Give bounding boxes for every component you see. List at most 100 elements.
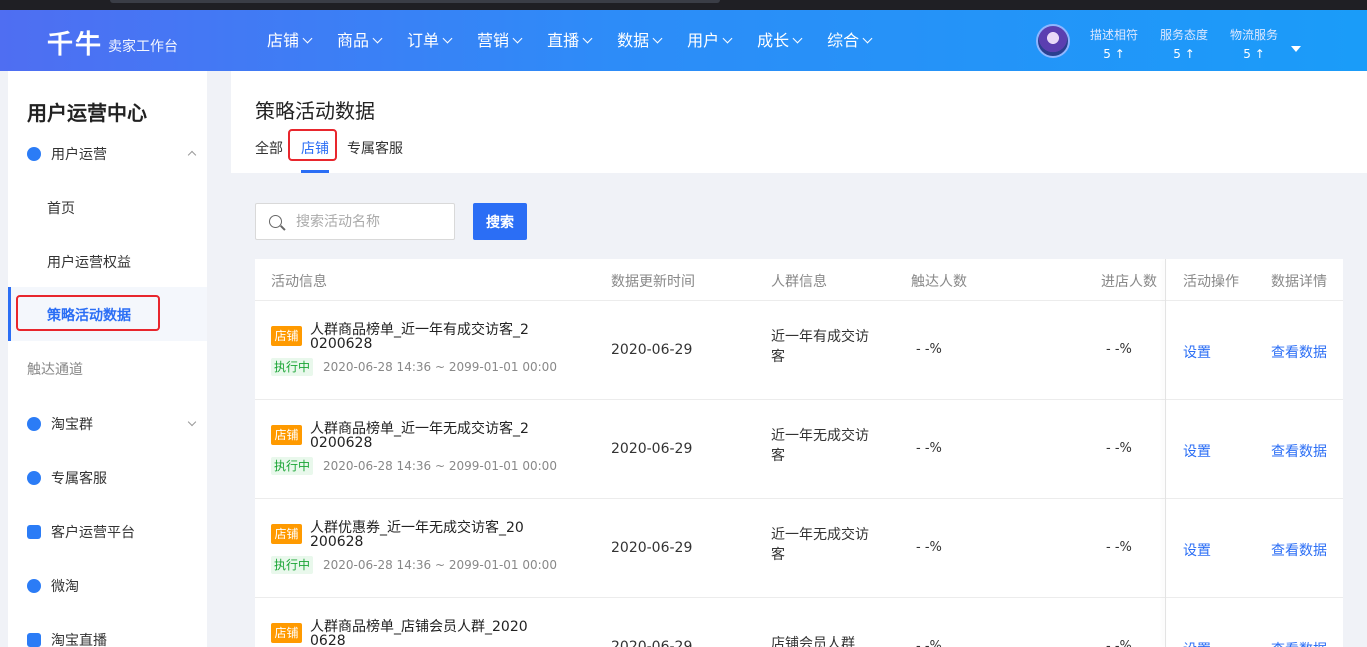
activity-table: 活动信息 数据更新时间 人群信息 触达人数 进店人数 活动操作 数据详情 店铺 …	[255, 259, 1343, 647]
nav-item-goods[interactable]: 商品	[337, 10, 383, 71]
broadcast-icon	[27, 579, 41, 593]
chevron-down-icon	[372, 33, 383, 44]
app-subtitle: 卖家工作台	[108, 39, 178, 55]
sidebar-item-home[interactable]: 首页	[47, 198, 75, 218]
sidebar-item-user-ops-rights[interactable]: 用户运营权益	[47, 252, 131, 272]
activity-name: 人群优惠券_近一年无成交访客_20200628	[310, 520, 524, 550]
set-link[interactable]: 设置	[1183, 540, 1211, 560]
row-divider	[255, 300, 1343, 301]
activity-name: 人群商品榜单_店铺会员人群_20200628	[310, 619, 528, 647]
nav-item-shop[interactable]: 店铺	[267, 10, 313, 71]
sidebar-group-label: 用户运营	[51, 147, 107, 163]
column-header: 数据详情	[1271, 274, 1327, 290]
nav-item-data[interactable]: 数据	[617, 10, 663, 71]
nav-label: 订单	[407, 31, 440, 50]
service-icon	[27, 471, 41, 485]
nav-label: 营销	[477, 31, 510, 50]
search-input[interactable]	[296, 204, 446, 239]
score-service: 服务态度 5 ↑	[1160, 26, 1208, 61]
view-data-link[interactable]: 查看数据	[1271, 441, 1327, 461]
view-data-link[interactable]: 查看数据	[1271, 540, 1327, 560]
nav-label: 店铺	[267, 31, 300, 50]
nav-label: 综合	[827, 31, 860, 50]
sidebar-item-strategy-data[interactable]: 策略活动数据	[47, 305, 131, 325]
visit-count: - -%	[1106, 639, 1132, 647]
row-divider	[255, 498, 1343, 499]
chevron-down-icon	[442, 33, 453, 44]
score-label: 描述相符	[1090, 28, 1139, 42]
sidebar-item-exclusive-service[interactable]: 专属客服	[8, 466, 207, 490]
nav-label: 直播	[547, 31, 580, 50]
page-header: 策略活动数据 全部 店铺 专属客服	[231, 71, 1367, 173]
status-badge: 执行中	[271, 556, 314, 574]
reach-count: - -%	[916, 639, 942, 647]
set-link[interactable]: 设置	[1183, 342, 1211, 362]
crowd-info: 近一年无成交访客	[771, 428, 869, 464]
score-value: 5 ↑	[1173, 47, 1195, 61]
nav-item-general[interactable]: 综合	[827, 10, 873, 71]
user-ops-icon	[27, 147, 41, 161]
nav-item-marketing[interactable]: 营销	[477, 10, 523, 71]
column-header: 数据更新时间	[611, 274, 695, 290]
nav-item-growth[interactable]: 成长	[757, 10, 803, 71]
nav-label: 商品	[337, 31, 370, 50]
score-value: 5 ↑	[1103, 47, 1125, 61]
platform-icon	[27, 525, 41, 539]
chevron-down-icon	[187, 417, 197, 427]
tab-active-underline	[301, 170, 329, 173]
sidebar-item-label: 淘宝直播	[51, 633, 107, 647]
sidebar-item-customer-platform[interactable]: 客户运营平台	[8, 520, 207, 544]
chevron-down-icon	[652, 33, 663, 44]
crowd-info: 店铺会员人群	[771, 636, 855, 647]
sidebar-group-user-ops[interactable]: 用户运营	[8, 142, 207, 166]
status-badge: 执行中	[271, 358, 314, 376]
score-label: 物流服务	[1230, 28, 1279, 42]
avatar[interactable]	[1036, 24, 1070, 58]
sidebar-item-weitao[interactable]: 微淘	[8, 574, 207, 598]
activity-name: 人群商品榜单_近一年有成交访客_20200628	[310, 322, 529, 352]
column-header: 活动操作	[1183, 274, 1239, 290]
search-icon	[269, 215, 282, 228]
column-header: 触达人数	[911, 274, 967, 290]
update-time: 2020-06-29	[611, 639, 693, 647]
tab-exclusive-service[interactable]: 专属客服	[347, 138, 403, 158]
nav-item-orders[interactable]: 订单	[407, 10, 453, 71]
top-nav-bar: 千牛 卖家工作台 店铺 商品 订单 营销 直播 数据 用户 成长 综合 描述相符…	[0, 10, 1367, 71]
store-tag: 店铺	[271, 623, 302, 643]
highlight-box	[288, 129, 337, 161]
store-tag: 店铺	[271, 524, 302, 544]
nav-label: 数据	[617, 31, 650, 50]
nav-item-live[interactable]: 直播	[547, 10, 593, 71]
sidebar: 用户运营中心 用户运营 首页 用户运营权益 策略活动数据 触达通道 淘宝群 专属…	[8, 71, 207, 647]
reach-count: - -%	[916, 441, 942, 456]
browser-top-strip	[0, 0, 1367, 10]
view-data-link[interactable]: 查看数据	[1271, 639, 1327, 647]
visit-count: - -%	[1106, 540, 1132, 555]
set-link[interactable]: 设置	[1183, 441, 1211, 461]
view-data-link[interactable]: 查看数据	[1271, 342, 1327, 362]
activity-name: 人群商品榜单_近一年无成交访客_20200628	[310, 421, 529, 451]
tab-all[interactable]: 全部	[255, 138, 283, 158]
browser-url-bar[interactable]	[110, 0, 720, 3]
sidebar-item-taobao-live[interactable]: 淘宝直播	[8, 628, 207, 647]
row-divider	[255, 597, 1343, 598]
nav-item-users[interactable]: 用户	[687, 10, 733, 71]
search-button[interactable]: 搜索	[473, 203, 527, 240]
set-link[interactable]: 设置	[1183, 639, 1211, 647]
sidebar-active-indicator	[8, 287, 11, 341]
sidebar-item-taobao-group[interactable]: 淘宝群	[8, 412, 207, 436]
chevron-down-icon	[512, 33, 523, 44]
activity-period: 2020-06-28 14:36 ~ 2099-01-01 00:00	[323, 360, 557, 374]
chevron-up-icon	[187, 150, 197, 160]
score-description: 描述相符 5 ↑	[1090, 26, 1138, 61]
main-nav: 店铺 商品 订单 营销 直播 数据 用户 成长 综合	[267, 10, 897, 71]
chevron-down-icon	[722, 33, 733, 44]
app-logo[interactable]: 千牛	[47, 24, 103, 61]
reach-count: - -%	[916, 540, 942, 555]
live-icon	[27, 633, 41, 647]
page-title: 策略活动数据	[255, 99, 375, 123]
caret-down-icon[interactable]	[1291, 46, 1301, 52]
column-header: 人群信息	[771, 274, 827, 290]
chevron-down-icon	[792, 33, 803, 44]
column-header: 活动信息	[271, 274, 327, 290]
